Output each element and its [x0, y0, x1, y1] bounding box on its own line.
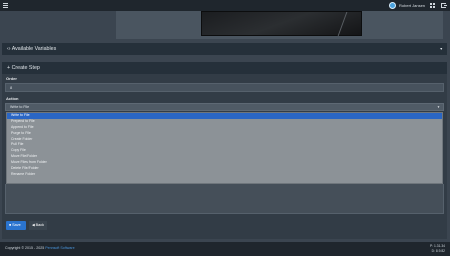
back-button-label: Back: [35, 223, 45, 227]
footer: Copyright © 2015 - 2025 Pennsoft Softwar…: [0, 242, 450, 256]
create-step-header: + Create Step: [2, 62, 447, 74]
back-button[interactable]: ◀Back: [29, 221, 47, 230]
save-icon: ■: [9, 223, 12, 227]
available-variables-title: ‹› Available Variables: [7, 46, 57, 52]
version-line-2: D: 8.9.82: [431, 249, 445, 253]
preview-image: [201, 11, 362, 36]
copyright-text: Copyright © 2015 - 2025 Pennsoft Softwar…: [5, 246, 75, 251]
action-dropdown-list[interactable]: Write to File Prepend to File Append to Fi…: [6, 112, 443, 184]
preview-panel: [116, 11, 443, 39]
top-bar: Robert Jansen: [0, 0, 450, 11]
apps-grid-icon[interactable]: [430, 3, 435, 8]
available-variables-header[interactable]: ‹› Available Variables ▼: [2, 43, 447, 55]
hamburger-menu-icon[interactable]: [3, 3, 8, 8]
chevron-down-icon[interactable]: ▼: [440, 43, 443, 55]
create-step-title: + Create Step: [7, 65, 40, 71]
logout-icon[interactable]: [441, 3, 447, 8]
order-input[interactable]: 8: [5, 83, 444, 92]
copyright-prefix: Copyright © 2015 - 2025: [5, 246, 46, 250]
user-avatar[interactable]: [389, 2, 396, 9]
action-option[interactable]: Rename Folder: [7, 172, 442, 178]
version-line-1: P: 1.31.34: [429, 244, 445, 248]
save-button-label: Save: [12, 223, 21, 227]
form-body-area: [5, 184, 444, 214]
user-name[interactable]: Robert Jansen: [399, 2, 425, 9]
action-label: Action: [6, 96, 19, 101]
arrow-left-icon: ◀: [32, 223, 35, 227]
order-label: Order: [6, 76, 17, 81]
company-link[interactable]: Pennsoft Software: [45, 246, 74, 250]
action-select[interactable]: Write to File ▼: [5, 103, 444, 111]
save-button[interactable]: ■Save: [6, 221, 26, 230]
chevron-down-icon: ▼: [437, 105, 440, 109]
action-select-value: Write to File: [10, 105, 30, 109]
